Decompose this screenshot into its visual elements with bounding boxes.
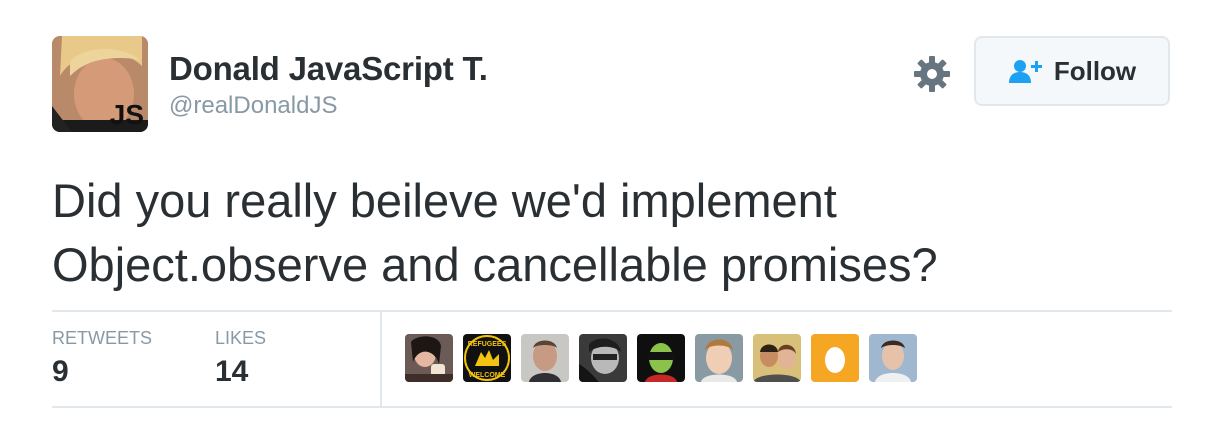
tweet-card: JS Donald JavaScript T. @realDonaldJS Fo… (52, 36, 1172, 408)
retweets-label: RETWEETS (52, 328, 153, 348)
liker-avatar-refugees-welcome[interactable]: REFUGEES WELCOME (463, 334, 511, 382)
add-user-icon (1008, 60, 1042, 83)
refugees-text: REFUGEES (468, 341, 507, 348)
stats-divider (380, 312, 382, 406)
retweets-count: 9 (52, 355, 69, 388)
liker-avatar-7[interactable] (753, 334, 801, 382)
display-name[interactable]: Donald JavaScript T. (169, 50, 488, 88)
likes-stat[interactable]: LIKES 14 (215, 328, 266, 389)
likers-list: REFUGEES WELCOME (405, 334, 917, 382)
follow-button[interactable]: Follow (974, 36, 1170, 106)
tweet-stats: RETWEETS 9 LIKES 14 REFUGEES WELCOME (52, 310, 1172, 408)
liker-avatar-9[interactable] (869, 334, 917, 382)
liker-avatar-3[interactable] (521, 334, 569, 382)
user-avatar[interactable]: JS (52, 36, 148, 132)
avatar-default-egg[interactable] (811, 334, 859, 382)
liker-avatar-5[interactable] (637, 334, 685, 382)
liker-avatar-1[interactable] (405, 334, 453, 382)
likes-count: 14 (215, 355, 249, 388)
user-handle[interactable]: @realDonaldJS (169, 92, 337, 120)
gear-icon[interactable] (910, 52, 954, 96)
follow-label: Follow (1053, 55, 1137, 86)
liker-avatar-6[interactable] (695, 334, 743, 382)
liker-avatar-4[interactable] (579, 334, 627, 382)
welcome-text: WELCOME (469, 372, 506, 379)
tweet-text: Did you really beileve we'd implement Ob… (52, 174, 938, 291)
avatar-badge: JS (109, 99, 144, 130)
retweets-stat[interactable]: RETWEETS 9 (52, 328, 152, 389)
likes-label: LIKES (215, 328, 267, 348)
